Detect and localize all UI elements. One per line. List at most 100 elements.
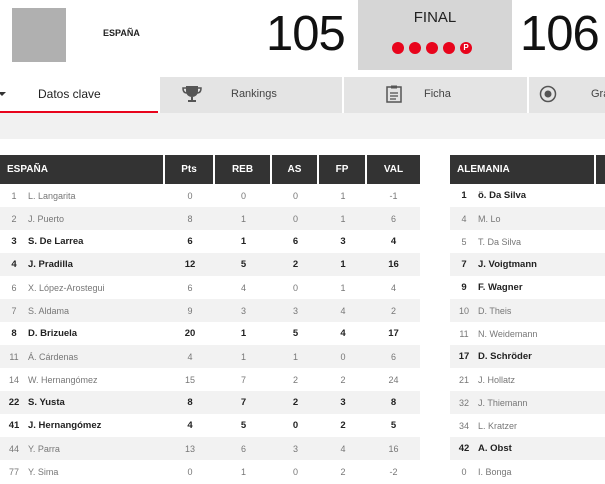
away-boxscore-table: ALEMANIA 1 ö. Da Silva 4 M. Lo 5 T. Da Silva 7… [450, 155, 605, 483]
player-name: X. López-Arostegui [28, 282, 105, 293]
player-name: S. Yusta [28, 397, 65, 408]
stat-pts: 8 [165, 207, 215, 230]
column-header-pts[interactable] [596, 155, 605, 184]
player-cell[interactable]: 21 J. Hollatz [450, 368, 596, 391]
player-number: 1 [11, 190, 17, 201]
player-number: 41 [8, 420, 20, 431]
stat-fp: 3 [319, 230, 367, 253]
table-row: 9 F. Wagner [450, 276, 605, 299]
player-cell[interactable]: 1 ö. Da Silva [450, 184, 596, 207]
player-cell[interactable]: 11 N. Weidemann [450, 322, 596, 345]
player-name: D. Theis [478, 305, 512, 316]
overtime-dot: P [460, 42, 472, 54]
player-cell[interactable]: 34 L. Kratzer [450, 414, 596, 437]
player-cell[interactable]: 41 J. Hernangómez [0, 414, 165, 437]
player-cell[interactable]: 9 F. Wagner [450, 276, 596, 299]
stat-val: 16 [367, 437, 420, 460]
stat-reb: 4 [215, 276, 272, 299]
player-cell[interactable]: 2 J. Puerto [0, 207, 165, 230]
stat-cell [596, 368, 605, 391]
player-cell[interactable]: 7 S. Aldama [0, 299, 165, 322]
player-cell[interactable]: 17 D. Schröder [450, 345, 596, 368]
stat-as: 2 [272, 253, 319, 276]
stat-as: 0 [272, 207, 319, 230]
player-cell[interactable]: 44 Y. Parra [0, 437, 165, 460]
column-header-val[interactable]: VAL [367, 155, 420, 184]
column-header-team[interactable]: ESPAÑA [0, 155, 165, 184]
player-name: D. Schröder [478, 351, 532, 362]
column-header-fp[interactable]: FP [319, 155, 367, 184]
stat-pts: 12 [165, 253, 215, 276]
away-score: 106 [520, 7, 600, 61]
stat-val: 16 [367, 253, 420, 276]
player-cell[interactable]: 42 A. Obst [450, 437, 596, 460]
table-row: 2 J. Puerto 8 1 0 1 6 [0, 207, 420, 230]
table-row: 11 Á. Cárdenas 4 1 1 0 6 [0, 345, 420, 368]
player-name: J. Puerto [28, 213, 65, 224]
player-cell[interactable]: 10 D. Theis [450, 299, 596, 322]
tab-ficha[interactable]: Ficha [344, 77, 527, 111]
stat-as: 3 [272, 299, 319, 322]
player-cell[interactable]: 4 J. Pradilla [0, 253, 165, 276]
column-header-pts[interactable]: Pts [165, 155, 215, 184]
player-cell[interactable]: 7 J. Voigtmann [450, 253, 596, 276]
column-header-team[interactable]: ALEMANIA [450, 155, 596, 184]
table-row: 11 N. Weidemann [450, 322, 605, 345]
player-cell[interactable]: 0 I. Bonga [450, 460, 596, 483]
tab-rankings[interactable]: Rankings [160, 77, 342, 111]
table-row: 4 J. Pradilla 12 5 2 1 16 [0, 253, 420, 276]
stat-reb: 0 [215, 184, 272, 207]
player-cell[interactable]: 22 S. Yusta [0, 391, 165, 414]
player-name: A. Obst [478, 443, 512, 454]
player-number: 10 [458, 305, 469, 316]
player-cell[interactable]: 6 X. López-Arostegui [0, 276, 165, 299]
tab-datos-clave[interactable]: Datos clave [0, 77, 158, 113]
stat-cell [596, 322, 605, 345]
tab-bar: Datos clave Rankings Ficha Grá [0, 77, 605, 113]
player-cell[interactable]: 8 D. Brizuela [0, 322, 165, 345]
stat-as: 0 [272, 184, 319, 207]
player-name: Y. Parra [28, 443, 60, 454]
period-dot-4 [443, 42, 455, 54]
player-cell[interactable]: 5 T. Da Silva [450, 230, 596, 253]
table-row: 17 D. Schröder [450, 345, 605, 368]
player-cell[interactable]: 32 J. Thiemann [450, 391, 596, 414]
player-cell[interactable]: 4 M. Lo [450, 207, 596, 230]
stat-cell [596, 207, 605, 230]
stat-cell [596, 230, 605, 253]
stat-val: 6 [367, 207, 420, 230]
stat-pts: 15 [165, 368, 215, 391]
stat-reb: 3 [215, 299, 272, 322]
stat-val: 4 [367, 276, 420, 299]
tab-graficos[interactable]: Grá [529, 77, 605, 111]
player-name: M. Lo [478, 213, 501, 224]
stat-pts: 6 [165, 276, 215, 299]
stat-pts: 0 [165, 460, 215, 483]
stat-val: -1 [367, 184, 420, 207]
stat-fp: 2 [319, 368, 367, 391]
stat-val: 17 [367, 322, 420, 345]
period-dot-2 [409, 42, 421, 54]
player-name: I. Bonga [478, 466, 512, 477]
stat-as: 6 [272, 230, 319, 253]
table-row: 8 D. Brizuela 20 1 5 4 17 [0, 322, 420, 345]
player-name: J. Thiemann [478, 397, 528, 408]
player-number: 7 [461, 259, 467, 270]
table-row: 34 L. Kratzer [450, 414, 605, 437]
column-header-reb[interactable]: REB [215, 155, 272, 184]
player-cell[interactable]: 14 W. Hernangómez [0, 368, 165, 391]
table-row: 21 J. Hollatz [450, 368, 605, 391]
stat-val: -2 [367, 460, 420, 483]
player-cell[interactable]: 3 S. De Larrea [0, 230, 165, 253]
player-cell[interactable]: 77 Y. Sima [0, 460, 165, 483]
stat-as: 0 [272, 460, 319, 483]
column-header-as[interactable]: AS [272, 155, 319, 184]
player-name: L. Kratzer [478, 420, 518, 431]
tab-label: Datos clave [38, 87, 101, 101]
home-boxscore-table: ESPAÑA Pts REB AS FP VAL 1 L. Langarita 0 0… [0, 155, 420, 483]
table-row: 1 ö. Da Silva [450, 184, 605, 207]
stat-fp: 4 [319, 322, 367, 345]
player-cell[interactable]: 1 L. Langarita [0, 184, 165, 207]
player-cell[interactable]: 11 Á. Cárdenas [0, 345, 165, 368]
player-number: 9 [461, 282, 467, 293]
